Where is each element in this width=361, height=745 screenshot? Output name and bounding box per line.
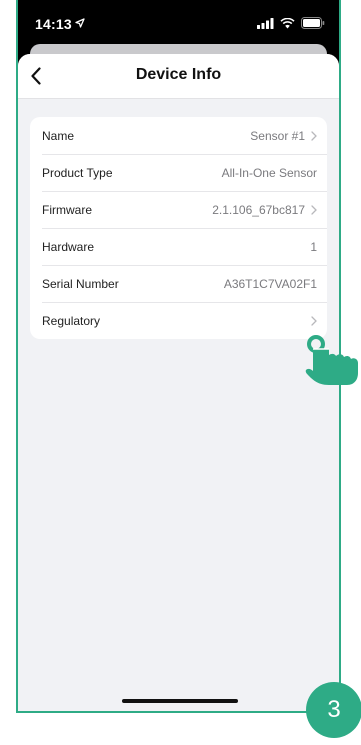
row-value: 2.1.106_67bc817 [212, 202, 305, 217]
row-label: Serial Number [42, 276, 119, 291]
tap-hand-icon [305, 335, 358, 385]
row-value: 1 [310, 239, 317, 254]
row-value: A36T1C7VA02F1 [223, 276, 317, 291]
phone-frame: 14:13 Device Info Name Sensor #1 Product… [16, 0, 341, 713]
step-badge: 3 [306, 682, 361, 738]
chevron-right-icon [311, 130, 317, 141]
row-label: Product Type [42, 165, 113, 180]
row-product-type: Product Type All-In-One Sensor [30, 154, 327, 191]
status-bar: 14:13 [18, 0, 339, 44]
status-time: 14:13 [35, 16, 72, 32]
home-indicator [122, 699, 238, 703]
row-serial-number: Serial Number A36T1C7VA02F1 [30, 265, 327, 302]
row-value: All-In-One Sensor [221, 165, 317, 180]
status-icons [257, 16, 325, 30]
page-title: Device Info [135, 66, 222, 83]
row-value: Sensor #1 [250, 128, 305, 143]
location-arrow-icon [75, 18, 85, 28]
row-firmware[interactable]: Firmware 2.1.106_67bc817 [30, 191, 327, 228]
device-info-list: Name Sensor #1 Product Type All-In-One S… [30, 117, 327, 339]
chevron-right-icon [311, 315, 317, 326]
wifi-icon [280, 17, 295, 28]
nav-bar: Device Info [18, 54, 339, 99]
row-hardware: Hardware 1 [30, 228, 327, 265]
row-name[interactable]: Name Sensor #1 [30, 117, 327, 154]
device-info-screen: Device Info Name Sensor #1 Product Type … [18, 54, 339, 711]
cellular-signal-icon [257, 17, 274, 29]
row-label: Name [42, 128, 75, 143]
row-regulatory[interactable]: Regulatory [30, 302, 327, 339]
row-label: Firmware [42, 202, 92, 217]
battery-icon [301, 17, 325, 29]
row-label: Regulatory [42, 313, 101, 328]
chevron-right-icon [311, 204, 317, 215]
row-label: Hardware [42, 239, 95, 254]
